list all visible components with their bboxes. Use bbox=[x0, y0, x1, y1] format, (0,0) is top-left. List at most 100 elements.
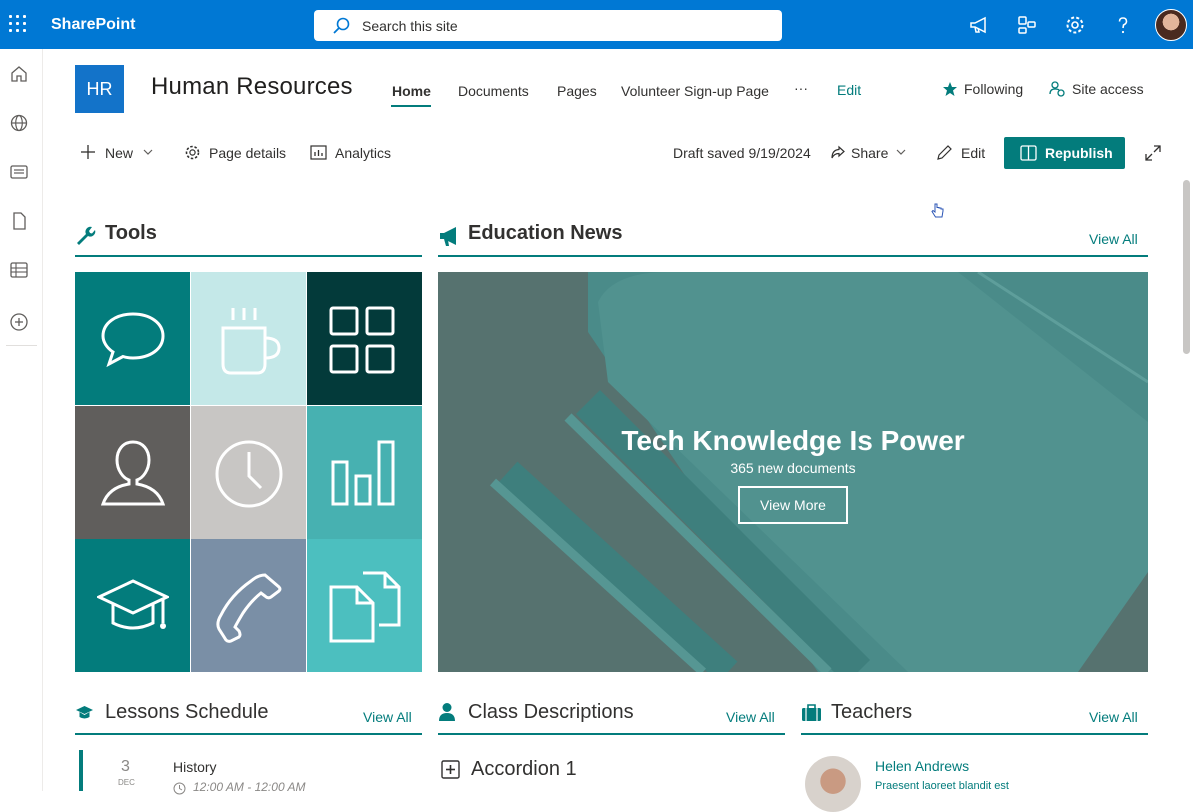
user-avatar[interactable] bbox=[1155, 9, 1187, 41]
republish-label: Republish bbox=[1045, 145, 1113, 161]
teachers-title: Teachers bbox=[831, 701, 913, 723]
plus-icon bbox=[81, 145, 95, 159]
tool-tile-apps[interactable] bbox=[307, 272, 422, 405]
megaphone-icon[interactable] bbox=[967, 13, 991, 37]
help-icon[interactable] bbox=[1111, 13, 1135, 37]
nav-volunteer-signup[interactable]: Volunteer Sign-up Page bbox=[621, 83, 769, 99]
search-input[interactable]: Search this site bbox=[362, 18, 458, 34]
analytics-button[interactable]: Analytics bbox=[335, 145, 391, 161]
book-open-icon bbox=[1020, 145, 1037, 161]
nav-edit-link[interactable]: Edit bbox=[837, 82, 861, 98]
search-box[interactable]: Search this site bbox=[314, 10, 782, 41]
nav-documents[interactable]: Documents bbox=[458, 83, 529, 99]
person-filled-icon bbox=[439, 703, 455, 721]
create-plus-icon[interactable] bbox=[9, 312, 29, 332]
view-more-button[interactable]: View More bbox=[738, 486, 848, 524]
tool-tile-coffee[interactable] bbox=[191, 272, 306, 405]
lessons-schedule-title: Lessons Schedule bbox=[105, 701, 269, 723]
site-logo[interactable]: HR bbox=[75, 65, 124, 113]
tool-tile-phone[interactable] bbox=[191, 539, 306, 672]
hand-cursor-icon bbox=[931, 203, 944, 218]
lessons-divider bbox=[75, 733, 422, 735]
documents-icon bbox=[329, 571, 401, 643]
classes-view-all-link[interactable]: View All bbox=[726, 709, 775, 725]
teachers-divider bbox=[801, 733, 1148, 735]
app-launcher-icon[interactable] bbox=[9, 15, 27, 33]
schedule-time: 12:00 AM - 12:00 AM bbox=[193, 780, 306, 794]
tool-tile-documents[interactable] bbox=[307, 539, 422, 672]
site-title[interactable]: Human Resources bbox=[151, 73, 353, 101]
expand-plus-box-icon[interactable] bbox=[441, 760, 460, 779]
site-access-icon bbox=[1049, 81, 1065, 97]
draft-status: Draft saved 9/19/2024 bbox=[673, 145, 811, 161]
connections-icon[interactable] bbox=[1015, 13, 1039, 37]
suite-brand[interactable]: SharePoint bbox=[51, 16, 135, 34]
apps-grid-icon bbox=[329, 306, 395, 374]
suite-bar: SharePoint Search this site bbox=[0, 0, 1193, 49]
teacher-avatar[interactable] bbox=[805, 756, 861, 812]
schedule-lesson-name[interactable]: History bbox=[173, 759, 217, 775]
megaphone-section-icon bbox=[440, 227, 456, 246]
new-button[interactable]: New bbox=[105, 145, 133, 161]
news-view-all-link[interactable]: View All bbox=[1089, 231, 1138, 247]
lessons-view-all-link[interactable]: View All bbox=[363, 709, 412, 725]
class-descriptions-title: Class Descriptions bbox=[468, 701, 634, 723]
news-divider bbox=[438, 255, 1148, 257]
phone-icon bbox=[216, 573, 282, 643]
lists-icon[interactable] bbox=[9, 260, 29, 280]
home-icon[interactable] bbox=[9, 64, 29, 84]
share-button[interactable]: Share bbox=[851, 145, 888, 161]
page-details-button[interactable]: Page details bbox=[209, 145, 286, 161]
star-filled-icon bbox=[943, 82, 957, 96]
app-bar-divider bbox=[6, 345, 37, 346]
schedule-day: 3 bbox=[121, 758, 130, 775]
nav-pages[interactable]: Pages bbox=[557, 83, 597, 99]
classes-divider bbox=[438, 733, 785, 735]
schedule-item-accent bbox=[79, 750, 83, 791]
tools-divider bbox=[75, 255, 422, 257]
clock-small-icon bbox=[173, 782, 186, 795]
site-access-button[interactable]: Site access bbox=[1072, 81, 1144, 97]
hero-banner[interactable]: Tech Knowledge Is Power 365 new document… bbox=[438, 272, 1148, 672]
globe-icon[interactable] bbox=[9, 113, 29, 133]
person-icon bbox=[100, 440, 166, 506]
page-scrollbar[interactable] bbox=[1183, 180, 1190, 354]
teachers-view-all-link[interactable]: View All bbox=[1089, 709, 1138, 725]
following-button[interactable]: Following bbox=[964, 81, 1023, 97]
file-icon[interactable] bbox=[9, 211, 29, 231]
accordion-header[interactable]: Accordion 1 bbox=[471, 758, 577, 781]
news-icon[interactable] bbox=[9, 162, 29, 182]
expand-icon[interactable] bbox=[1145, 145, 1161, 161]
tool-tile-clock[interactable] bbox=[191, 406, 306, 539]
share-chevron-down-icon bbox=[896, 149, 906, 155]
hero-subtitle: 365 new documents bbox=[730, 460, 856, 476]
republish-button[interactable]: Republish bbox=[1004, 137, 1125, 169]
briefcase-icon bbox=[802, 704, 821, 721]
tool-tile-chat[interactable] bbox=[75, 272, 190, 405]
graduation-cap-icon bbox=[97, 579, 169, 630]
chat-icon bbox=[101, 312, 165, 368]
search-icon bbox=[333, 17, 350, 34]
graduation-cap-small-icon bbox=[76, 706, 93, 719]
edit-button[interactable]: Edit bbox=[961, 145, 985, 161]
tool-tile-chart[interactable] bbox=[307, 406, 422, 539]
tool-tile-person[interactable] bbox=[75, 406, 190, 539]
app-bar bbox=[0, 49, 43, 791]
bar-chart-icon bbox=[331, 440, 395, 506]
settings-gear-icon[interactable] bbox=[1063, 13, 1087, 37]
education-news-title: Education News bbox=[468, 222, 623, 244]
coffee-icon bbox=[221, 308, 281, 375]
clock-icon bbox=[215, 440, 283, 508]
nav-home[interactable]: Home bbox=[392, 83, 431, 99]
chevron-down-icon bbox=[143, 149, 153, 155]
tool-tile-education[interactable] bbox=[75, 539, 190, 672]
nav-more-button[interactable]: ··· bbox=[794, 80, 808, 96]
pencil-icon bbox=[937, 145, 952, 160]
teacher-description: Praesent laoreet blandit est bbox=[875, 780, 1009, 792]
teacher-name[interactable]: Helen Andrews bbox=[875, 758, 969, 774]
share-icon bbox=[831, 145, 845, 159]
nav-active-indicator bbox=[391, 105, 431, 107]
wrench-icon bbox=[77, 226, 96, 245]
analytics-icon bbox=[310, 145, 327, 160]
schedule-month: DEC bbox=[118, 778, 135, 787]
